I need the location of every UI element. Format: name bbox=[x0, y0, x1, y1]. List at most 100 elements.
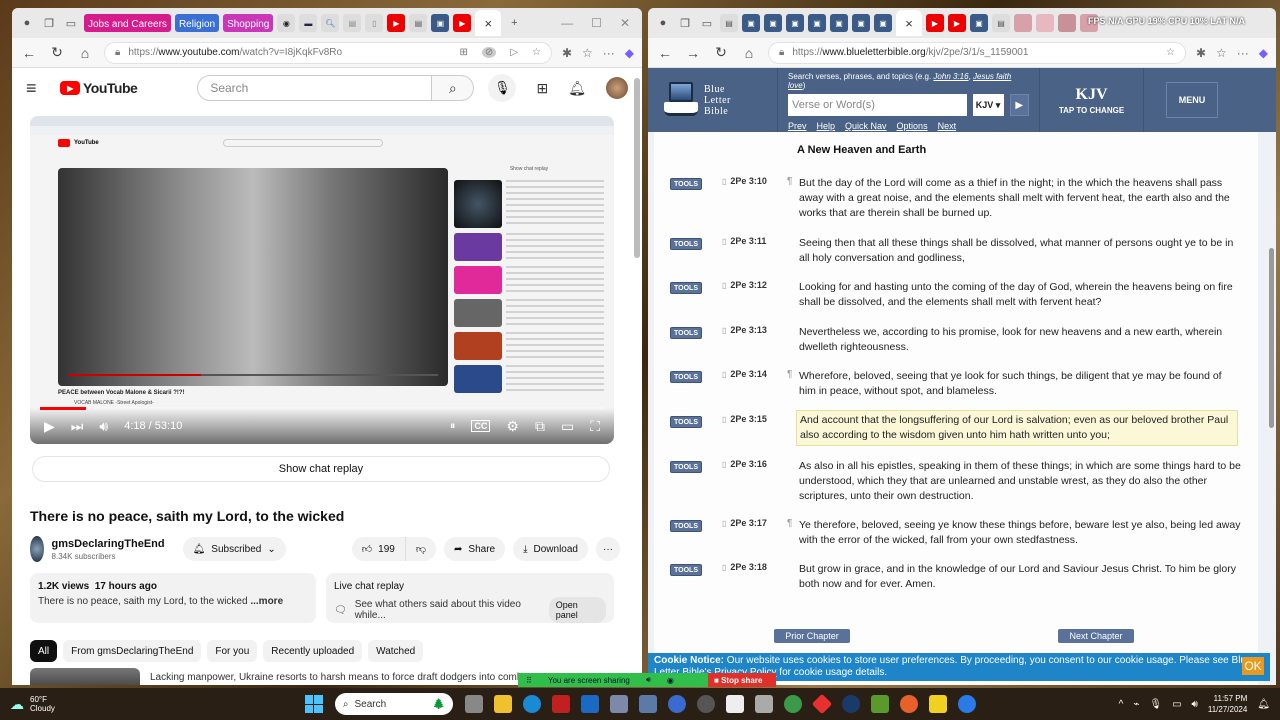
download-button[interactable]: ⤓ Download bbox=[513, 537, 588, 561]
description-box[interactable]: 1.2K views 17 hours ago There is no peac… bbox=[30, 573, 316, 623]
refresh-icon[interactable]: ↻ bbox=[48, 44, 66, 61]
tools-button[interactable]: TOOLS bbox=[670, 238, 702, 250]
outlook-icon[interactable] bbox=[580, 695, 599, 713]
profile-icon[interactable]: ● bbox=[18, 14, 36, 32]
dislike-button[interactable]: 👎︎ bbox=[404, 537, 437, 561]
captions-icon[interactable]: CC bbox=[471, 420, 491, 432]
url-field[interactable]: 🔒︎ https://www.youtube.com/watch?v=I8jKq… bbox=[104, 41, 552, 64]
app-icon[interactable] bbox=[754, 695, 773, 713]
tab-youtube[interactable]: ▶ bbox=[387, 14, 406, 32]
verse-reference[interactable]: 2Pe 3:13 bbox=[722, 325, 767, 335]
tab[interactable]: ▤ bbox=[343, 14, 362, 32]
miniplayer-icon[interactable]: ⧉ bbox=[535, 418, 545, 435]
cookie-ok-button[interactable]: OK bbox=[1242, 657, 1264, 675]
user-avatar[interactable] bbox=[606, 77, 628, 99]
search-go-button[interactable]: ▶ bbox=[1009, 94, 1029, 116]
tools-button[interactable]: TOOLS bbox=[670, 461, 702, 473]
tab-group-shopping[interactable]: Shopping bbox=[223, 14, 274, 32]
more-actions-button[interactable]: ··· bbox=[596, 537, 620, 561]
tools-button[interactable]: TOOLS bbox=[670, 564, 702, 576]
tab-blb[interactable]: ▣ bbox=[852, 14, 870, 32]
stop-share-button[interactable]: ■ Stop share bbox=[708, 673, 776, 687]
options-link[interactable]: Options bbox=[897, 121, 928, 131]
tab-blb[interactable]: ▣ bbox=[764, 14, 782, 32]
network-icon[interactable]: ⌁ bbox=[1133, 699, 1139, 710]
favorites-icon[interactable]: ☆ bbox=[582, 46, 593, 60]
tab[interactable]: ▤ bbox=[409, 14, 428, 32]
camera-app-icon[interactable] bbox=[609, 695, 628, 713]
close-tab-icon[interactable]: × bbox=[896, 10, 922, 36]
tools-button[interactable]: TOOLS bbox=[670, 520, 702, 532]
tab-youtube[interactable]: ▶ bbox=[453, 14, 472, 32]
camera-icon[interactable]: ◉ bbox=[667, 676, 674, 685]
search-button[interactable]: ⌕ bbox=[432, 75, 475, 101]
microphone-icon[interactable]: 🎙︎ bbox=[1149, 699, 1162, 710]
verse-reference[interactable]: 2Pe 3:15 bbox=[722, 414, 767, 424]
app-icon[interactable] bbox=[783, 695, 802, 713]
verse-reference[interactable]: 2Pe 3:11 bbox=[722, 236, 766, 246]
version-select[interactable]: KJV ▾ bbox=[972, 94, 1004, 116]
tab-blb[interactable]: ▣ bbox=[830, 14, 848, 32]
tab[interactable]: ▬ bbox=[299, 14, 318, 32]
tracking-prevention-icon[interactable]: ⊘ bbox=[481, 47, 497, 58]
weather-widget[interactable]: ☁ 60°F Cloudy bbox=[0, 695, 55, 713]
share-button[interactable]: ➦ Share bbox=[444, 537, 506, 561]
tab-group-jobs[interactable]: Jobs and Careers bbox=[84, 14, 171, 32]
chip-all[interactable]: All bbox=[30, 640, 58, 662]
tab-group-religion[interactable]: Religion bbox=[174, 14, 220, 32]
page-scrollbar[interactable] bbox=[1269, 248, 1274, 428]
show-chat-replay-button[interactable]: Show chat replay bbox=[32, 456, 610, 482]
back-icon[interactable]: ← bbox=[656, 45, 674, 61]
volume-icon[interactable]: 🔊︎ bbox=[99, 418, 108, 435]
tab[interactable] bbox=[1014, 14, 1032, 32]
tools-button[interactable]: TOOLS bbox=[670, 416, 702, 428]
workspaces-icon[interactable]: ❐ bbox=[676, 14, 694, 32]
blb-logo[interactable]: Blue Letter Bible bbox=[648, 68, 778, 132]
vertical-tabs-icon[interactable]: ▭ bbox=[698, 14, 716, 32]
nvidia-icon[interactable] bbox=[870, 695, 889, 713]
forward-icon[interactable]: → bbox=[684, 45, 702, 61]
subscribed-button[interactable]: 🔔︎ Subscribed ⌄ bbox=[182, 537, 286, 561]
copilot-icon[interactable]: ◆ bbox=[625, 46, 634, 60]
verse-reference[interactable]: 2Pe 3:18 bbox=[722, 562, 767, 572]
verse-reference[interactable]: 2Pe 3:14 bbox=[722, 369, 767, 379]
hamburger-menu-icon[interactable]: ≡ bbox=[26, 78, 50, 99]
settings-icon[interactable] bbox=[667, 695, 686, 713]
extensions-icon[interactable]: ✱ bbox=[1196, 46, 1206, 60]
channel-name[interactable]: gmsDeclaringTheEnd bbox=[52, 538, 165, 550]
chip-watched[interactable]: Watched bbox=[368, 640, 424, 662]
play-icon[interactable]: ▶ bbox=[44, 418, 55, 435]
start-button[interactable] bbox=[304, 695, 323, 713]
like-button[interactable]: 👍︎ 199 bbox=[351, 537, 405, 561]
favorite-star-icon[interactable]: ☆ bbox=[1166, 47, 1175, 58]
capcut-icon[interactable] bbox=[725, 695, 744, 713]
obs-icon[interactable] bbox=[696, 695, 715, 713]
notifications-bell-icon[interactable]: 🔔︎ bbox=[568, 80, 586, 97]
tab-youtube[interactable]: ▶ bbox=[926, 14, 944, 32]
youtube-logo[interactable]: ▶ YouTube bbox=[60, 80, 138, 96]
chip-for-you[interactable]: For you bbox=[207, 640, 258, 662]
file-explorer-icon[interactable] bbox=[493, 695, 512, 713]
verse-reference[interactable]: 2Pe 3:12 bbox=[722, 280, 767, 290]
show-hidden-icons[interactable]: ^ bbox=[1119, 699, 1124, 710]
more-menu-icon[interactable]: ··· bbox=[1237, 46, 1249, 60]
app-icon[interactable] bbox=[811, 693, 833, 715]
close-tab-icon[interactable]: × bbox=[475, 10, 502, 36]
tools-button[interactable]: TOOLS bbox=[670, 371, 702, 383]
prior-chapter-button[interactable]: Prior Chapter bbox=[774, 629, 850, 643]
theater-mode-icon[interactable]: ▭ bbox=[561, 418, 574, 435]
more-link[interactable]: ...more bbox=[250, 596, 283, 607]
tab[interactable] bbox=[1058, 14, 1076, 32]
next-link[interactable]: Next bbox=[938, 121, 957, 131]
tab-blb[interactable]: ▣ bbox=[970, 14, 988, 32]
zoom-icon[interactable] bbox=[957, 695, 976, 713]
verse-reference[interactable]: 2Pe 3:16 bbox=[722, 459, 767, 469]
verse-reference[interactable]: 2Pe 3:10 bbox=[722, 176, 767, 186]
refresh-icon[interactable]: ↻ bbox=[712, 44, 730, 61]
tools-button[interactable]: TOOLS bbox=[670, 178, 702, 190]
favorite-star-icon[interactable]: ☆ bbox=[532, 47, 541, 58]
mcafee-icon[interactable] bbox=[551, 695, 570, 713]
chip-from-channel[interactable]: From gmsDeclaringTheEnd bbox=[63, 640, 202, 662]
speaker-icon[interactable]: 🔊︎ bbox=[646, 675, 651, 685]
verse-search-input[interactable]: Verse or Word(s) bbox=[788, 94, 967, 116]
